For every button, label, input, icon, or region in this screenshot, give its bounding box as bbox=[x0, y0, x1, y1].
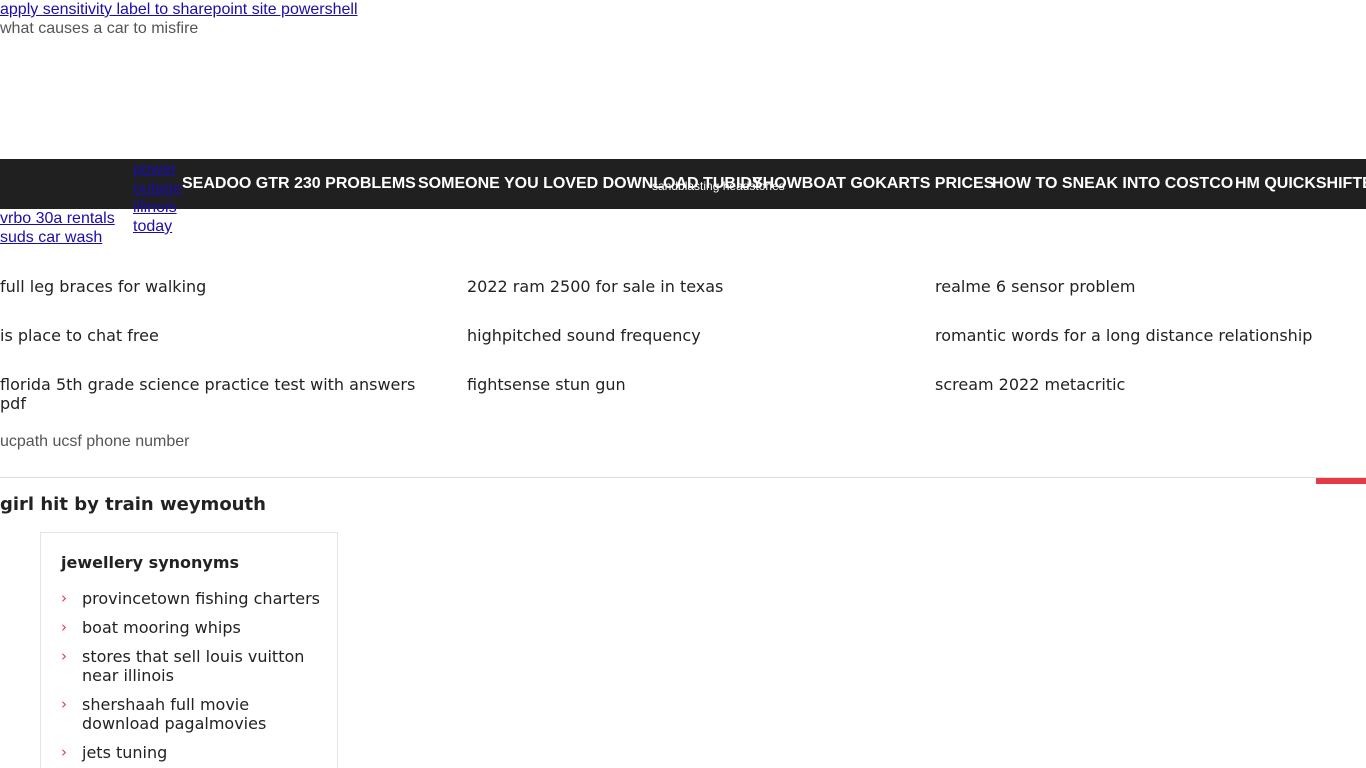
list-item[interactable]: › provincetown fishing charters bbox=[61, 589, 321, 608]
grid-item[interactable]: romantic words for a long distance relat… bbox=[935, 326, 1355, 345]
nav-item-showboat[interactable]: SHOWBOAT GOKARTS PRICES bbox=[752, 175, 994, 193]
grid-item[interactable]: 2022 ram 2500 for sale in texas bbox=[467, 277, 907, 296]
top-link[interactable]: apply sensitivity label to sharepoint si… bbox=[0, 1, 358, 19]
section-title: girl hit by train weymouth bbox=[0, 494, 266, 515]
top-subtext: what causes a car to misfire bbox=[0, 20, 199, 37]
grid-item[interactable]: scream 2022 metacritic bbox=[935, 375, 1355, 394]
main-navbar: SEADOO GTR 230 PROBLEMS SOMEONE YOU LOVE… bbox=[0, 159, 1366, 209]
grid-item[interactable]: is place to chat free bbox=[0, 326, 440, 345]
nav-overlay-text: sandblasting headstones bbox=[652, 179, 785, 193]
list-item[interactable]: › boat mooring whips bbox=[61, 618, 321, 637]
accent-bar bbox=[1316, 478, 1366, 484]
chevron-right-icon: › bbox=[61, 647, 67, 665]
nav-item-costco[interactable]: HOW TO SNEAK INTO COSTCO bbox=[992, 175, 1233, 193]
nav-item-quickshifter[interactable]: HM QUICKSHIFTER bbox=[1235, 175, 1366, 193]
list-item-label: jets tuning bbox=[82, 743, 168, 762]
suds-car-wash-link[interactable]: suds car wash bbox=[0, 229, 102, 247]
list-item[interactable]: › shershaah full movie download pagalmovi… bbox=[61, 695, 321, 733]
sidebar-widget: jewellery synonyms › provincetown fishing… bbox=[40, 532, 338, 768]
chevron-right-icon: › bbox=[61, 589, 67, 607]
list-item-label: shershaah full movie download pagalmovie… bbox=[82, 695, 267, 733]
section-divider bbox=[0, 477, 1366, 478]
chevron-right-icon: › bbox=[61, 618, 67, 636]
chevron-right-icon: › bbox=[61, 743, 67, 761]
grid-item[interactable]: highpitched sound frequency bbox=[467, 326, 907, 345]
list-item-label: provincetown fishing charters bbox=[82, 589, 320, 608]
grid-item[interactable]: full leg braces for walking bbox=[0, 277, 440, 296]
widget-list: › provincetown fishing charters › boat moo… bbox=[61, 589, 321, 768]
ucpath-text: ucpath ucsf phone number bbox=[0, 433, 190, 450]
list-item[interactable]: › jets tuning bbox=[61, 743, 321, 762]
list-item[interactable]: › stores that sell louis vuitton near ill… bbox=[61, 647, 321, 685]
chevron-right-icon: › bbox=[61, 695, 67, 713]
widget-title: jewellery synonyms bbox=[61, 553, 240, 572]
grid-item[interactable]: realme 6 sensor problem bbox=[935, 277, 1355, 296]
grid-item[interactable]: florida 5th grade science practice test … bbox=[0, 375, 440, 413]
vrbo-link[interactable]: vrbo 30a rentals bbox=[0, 210, 115, 228]
grid-item[interactable]: fightsense stun gun bbox=[467, 375, 907, 394]
list-item-label: stores that sell louis vuitton near illi… bbox=[82, 647, 305, 685]
list-item-label: boat mooring whips bbox=[82, 618, 241, 637]
nav-item-seadoo[interactable]: SEADOO GTR 230 PROBLEMS bbox=[182, 175, 416, 193]
power-outage-link[interactable]: power outage illinois today bbox=[133, 160, 183, 236]
